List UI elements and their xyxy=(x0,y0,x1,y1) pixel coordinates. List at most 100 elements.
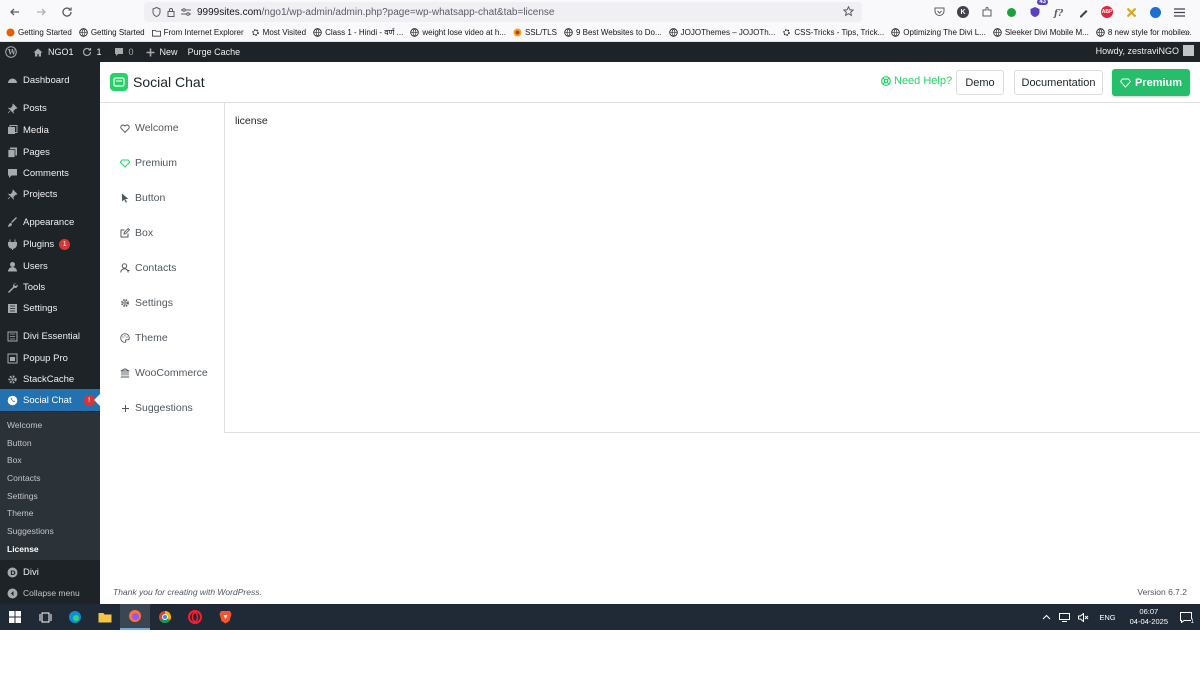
bookmark-item[interactable]: Most Visited xyxy=(251,28,306,37)
site-name-link[interactable]: NGO1 xyxy=(33,47,74,57)
bookmark-item[interactable]: JOJOThemes – JOJOTh... xyxy=(668,28,775,37)
reload-icon[interactable] xyxy=(56,1,78,23)
submenu-item-suggestions[interactable]: Suggestions xyxy=(0,522,100,540)
bookmark-item[interactable]: Sleeker Divi Mobile M... xyxy=(993,28,1089,37)
chevron-up-icon[interactable] xyxy=(1042,614,1051,620)
submenu-item-button[interactable]: Button xyxy=(0,434,100,452)
sidebar-item-stackcache[interactable]: StackCache xyxy=(0,368,100,390)
bookmark-item[interactable]: weight lose video at h... xyxy=(410,28,506,37)
tab-label: Suggestions xyxy=(135,402,193,414)
bookmark-item[interactable]: CSS-Tricks - Tips, Trick... xyxy=(782,28,884,37)
speaker-muted-icon[interactable] xyxy=(1078,612,1089,622)
howdy-text: Howdy, zestraviNGO xyxy=(1095,45,1179,56)
url-path: /ngo1/wp-admin/admin.php?page=wp-whatsap… xyxy=(261,6,555,18)
task-view-icon[interactable] xyxy=(30,604,60,630)
bookmark-item[interactable]: Optimizing The Divi L... xyxy=(891,28,986,37)
sidebar-item-plugins[interactable]: Plugins 1 xyxy=(0,233,100,255)
tab-woocommerce[interactable]: WooCommerce xyxy=(120,367,208,379)
tab-contacts[interactable]: Contacts xyxy=(120,262,176,274)
sidebar-item-projects[interactable]: Projects xyxy=(0,183,100,205)
brave-icon[interactable] xyxy=(210,604,240,630)
collapse-menu-button[interactable]: Collapse menu xyxy=(0,582,100,604)
diamond-icon xyxy=(1119,78,1131,88)
submenu-item-contacts[interactable]: Contacts xyxy=(0,469,100,487)
ssl-icon xyxy=(513,28,522,37)
updates-link[interactable]: 1 xyxy=(82,47,102,57)
tab-theme[interactable]: Theme xyxy=(120,332,168,344)
wordpress-logo-icon[interactable]: W xyxy=(5,46,17,58)
language-indicator[interactable]: ENG xyxy=(1099,613,1115,622)
sidebar-item-users[interactable]: Users xyxy=(0,255,100,277)
submenu-item-box[interactable]: Box xyxy=(0,451,100,469)
firefox-taskbar-icon[interactable] xyxy=(120,604,150,630)
tab-premium[interactable]: Premium xyxy=(120,157,177,169)
menu-icon[interactable] xyxy=(1170,3,1188,21)
bookmark-item[interactable]: Getting Started xyxy=(6,28,72,37)
adblock-icon[interactable]: ABP xyxy=(1098,3,1116,21)
need-help-link[interactable]: Need Help? xyxy=(881,75,952,87)
sidebar-item-label: Pages xyxy=(23,146,50,158)
comments-link[interactable]: 0 xyxy=(114,47,134,57)
tab-welcome[interactable]: Welcome xyxy=(120,122,179,134)
purge-cache-link[interactable]: Purge Cache xyxy=(188,47,241,57)
bookmark-item[interactable]: From Internet Explorer xyxy=(151,28,244,37)
sidebar-item-divi[interactable]: D Divi xyxy=(0,561,100,583)
k-extension-icon[interactable]: K xyxy=(954,3,972,21)
bookmark-item[interactable]: Getting Started xyxy=(79,28,145,37)
shield-badge-extension-icon[interactable]: 43 xyxy=(1026,0,1048,21)
documentation-button[interactable]: Documentation xyxy=(1014,70,1103,95)
sidebar-item-appearance[interactable]: Appearance xyxy=(0,211,100,233)
back-arrow-icon[interactable] xyxy=(4,1,26,23)
network-icon[interactable] xyxy=(1059,612,1071,622)
account-menu[interactable]: Howdy, zestraviNGO xyxy=(1096,45,1194,56)
sidebar-item-comments[interactable]: Comments xyxy=(0,162,100,184)
sidebar-item-social-chat[interactable]: Social Chat! xyxy=(0,389,100,411)
tab-button[interactable]: Button xyxy=(120,192,165,204)
green-extension-icon[interactable] xyxy=(1002,3,1020,21)
pocket-icon[interactable] xyxy=(930,3,948,21)
new-content-link[interactable]: New xyxy=(146,47,178,57)
sidebar-item-divi-essential[interactable]: Divi Essential xyxy=(0,325,100,347)
submenu-item-welcome[interactable]: Welcome xyxy=(0,416,100,434)
file-explorer-icon[interactable] xyxy=(90,604,120,630)
chevron-more-icon[interactable]: » xyxy=(1184,27,1190,38)
sidebar-item-popup-pro[interactable]: Popup Pro xyxy=(0,347,100,369)
tools-extension-icon[interactable] xyxy=(1122,3,1140,21)
chrome-icon[interactable] xyxy=(150,604,180,630)
function-extension-icon[interactable]: ƒ? xyxy=(1050,3,1068,21)
windows-start-icon[interactable] xyxy=(0,604,30,630)
submenu-item-theme[interactable]: Theme xyxy=(0,504,100,522)
sidebar-item-tools[interactable]: Tools xyxy=(0,276,100,298)
bookmark-star-icon[interactable] xyxy=(843,6,854,17)
need-help-label: Need Help? xyxy=(894,75,953,87)
tab-box[interactable]: Box xyxy=(120,227,153,239)
puzzle-icon[interactable] xyxy=(978,3,996,21)
url-bar[interactable]: 9999sites.com/ngo1/wp-admin/admin.php?pa… xyxy=(144,2,862,22)
sidebar-item-dashboard[interactable]: Dashboard xyxy=(0,69,100,91)
opera-icon[interactable] xyxy=(180,604,210,630)
sidebar-item-settings[interactable]: Settings xyxy=(0,297,100,319)
edge-icon[interactable] xyxy=(60,604,90,630)
bookmark-item[interactable]: 8 new style for mobile... xyxy=(1096,28,1192,37)
forward-arrow-icon[interactable] xyxy=(30,1,52,23)
clock[interactable]: 06:07 04-04-2025 xyxy=(1130,607,1168,627)
tab-suggestions[interactable]: Suggestions xyxy=(120,402,193,414)
notification-center-icon[interactable]: 1 xyxy=(1180,611,1194,625)
demo-button[interactable]: Demo xyxy=(956,70,1004,95)
system-tray: ENG 06:07 04-04-2025 1 xyxy=(1038,604,1200,630)
bookmark-item[interactable]: 9 Best Websites to Do... xyxy=(564,28,662,37)
submenu-item-license[interactable]: License xyxy=(0,540,100,558)
sidebar-item-posts[interactable]: Posts xyxy=(0,97,100,119)
edit-box-icon xyxy=(120,228,130,238)
bookmark-item[interactable]: Class 1 - Hindi - वर्ण ... xyxy=(313,27,403,38)
premium-button[interactable]: Premium xyxy=(1112,69,1190,96)
sidebar-item-pages[interactable]: Pages xyxy=(0,141,100,163)
submenu-item-settings[interactable]: Settings xyxy=(0,487,100,505)
tab-settings[interactable]: Settings xyxy=(120,297,173,309)
bookmark-item[interactable]: SSL/TLS xyxy=(513,28,557,37)
divi-essential-icon xyxy=(6,330,18,342)
pen-extension-icon[interactable] xyxy=(1074,3,1092,21)
pages-icon xyxy=(6,146,18,158)
sidebar-item-media[interactable]: Media xyxy=(0,119,100,141)
blue-extension-icon[interactable] xyxy=(1146,3,1164,21)
